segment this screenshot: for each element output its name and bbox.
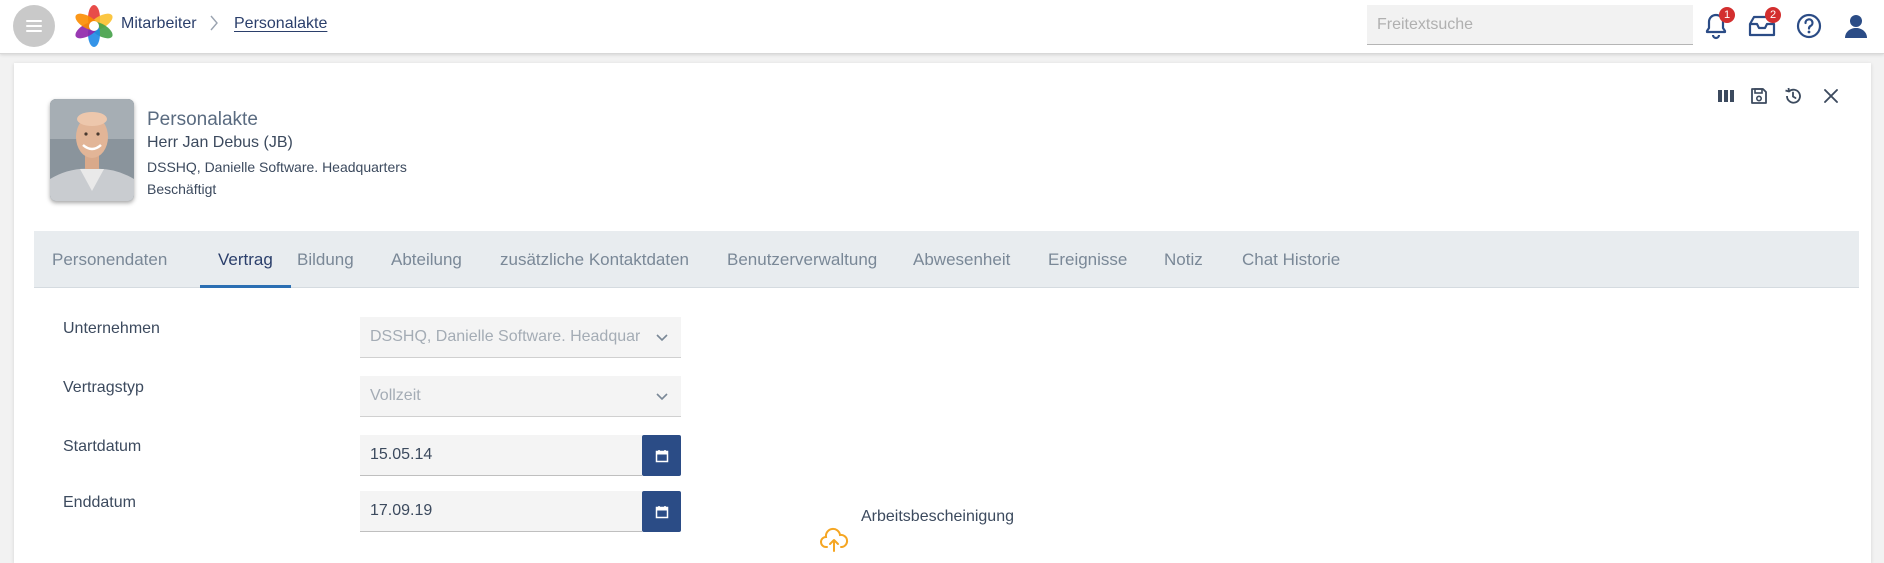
tab-notiz[interactable]: Notiz: [1164, 231, 1203, 288]
chevron-down-icon: [656, 393, 668, 401]
company-label: Unternehmen: [63, 320, 160, 337]
help-circle-icon: [1796, 13, 1822, 39]
notifications-badge: 1: [1719, 7, 1735, 23]
employee-company: DSSHQ, Danielle Software. Headquarters: [147, 159, 407, 175]
hamburger-menu-button[interactable]: [13, 5, 55, 47]
company-logo-icon[interactable]: [72, 4, 116, 48]
breadcrumb-current[interactable]: Personalakte: [234, 15, 327, 33]
tab-bildung[interactable]: Bildung: [297, 231, 354, 288]
user-profile-button[interactable]: [1840, 10, 1872, 42]
menu-icon: [26, 20, 42, 32]
tab-abwesenheit[interactable]: Abwesenheit: [913, 231, 1010, 288]
tab-personendaten[interactable]: Personendaten: [52, 231, 167, 288]
tab-ereignisse[interactable]: Ereignisse: [1048, 231, 1127, 288]
calendar-icon: [655, 449, 668, 462]
start-date-picker-button[interactable]: [642, 435, 681, 476]
messages-button[interactable]: 2: [1746, 7, 1781, 42]
start-date-label: Startdatum: [63, 438, 142, 455]
company-select-value: DSSHQ, Danielle Software. Headquarters: [370, 328, 640, 345]
contract-type-select-value: Vollzeit: [370, 387, 421, 404]
breadcrumb-chevron-icon: [208, 14, 220, 37]
end-date-picker-button[interactable]: [642, 491, 681, 532]
tab-abteilung[interactable]: Abteilung: [391, 231, 462, 288]
upload-document-button[interactable]: [819, 526, 849, 556]
page-title: Personalakte: [147, 109, 258, 130]
employee-photo: [50, 99, 134, 201]
history-icon: [1785, 87, 1801, 104]
top-bar: Mitarbeiter Personalakte 1 2: [0, 0, 1884, 54]
tab-chat-historie[interactable]: Chat Historie: [1242, 231, 1340, 288]
columns-icon: [1718, 90, 1734, 102]
history-button[interactable]: [1780, 83, 1806, 109]
help-button[interactable]: [1793, 10, 1825, 42]
save-button[interactable]: [1746, 83, 1772, 109]
cloud-upload-icon: [820, 527, 849, 552]
notifications-button[interactable]: 1: [1700, 7, 1735, 42]
close-button[interactable]: [1818, 83, 1844, 109]
breadcrumb-root-link[interactable]: Mitarbeiter: [121, 15, 197, 33]
end-date-label: Enddatum: [63, 494, 136, 511]
save-icon: [1751, 88, 1767, 104]
columns-view-button[interactable]: [1713, 83, 1739, 109]
employee-name: Herr Jan Debus (JB): [147, 134, 293, 151]
personnel-file-card: Personalakte Herr Jan Debus (JB) DSSHQ, …: [14, 63, 1871, 563]
tab-benutzerverwaltung[interactable]: Benutzerverwaltung: [727, 231, 877, 288]
end-date-input[interactable]: [360, 491, 642, 532]
calendar-icon: [655, 505, 668, 518]
start-date-input[interactable]: [360, 435, 642, 476]
contract-type-select[interactable]: Vollzeit: [360, 376, 681, 417]
chevron-down-icon: [656, 334, 668, 342]
tab-bar: Personendaten Vertrag Bildung Abteilung …: [34, 231, 1859, 288]
tab-zusaetzliche-kontaktdaten[interactable]: zusätzliche Kontaktdaten: [500, 231, 689, 288]
user-icon: [1845, 15, 1867, 38]
tab-vertrag[interactable]: Vertrag: [200, 231, 291, 288]
employment-status: Beschäftigt: [147, 181, 217, 197]
messages-badge: 2: [1765, 7, 1781, 23]
upload-document-label: Arbeitsbescheinigung: [861, 508, 1014, 525]
avatar: [50, 99, 134, 201]
company-select[interactable]: DSSHQ, Danielle Software. Headquarters: [360, 317, 681, 358]
search-input[interactable]: [1367, 5, 1693, 45]
contract-type-label: Vertragstyp: [63, 379, 144, 396]
close-icon: [1824, 89, 1838, 103]
